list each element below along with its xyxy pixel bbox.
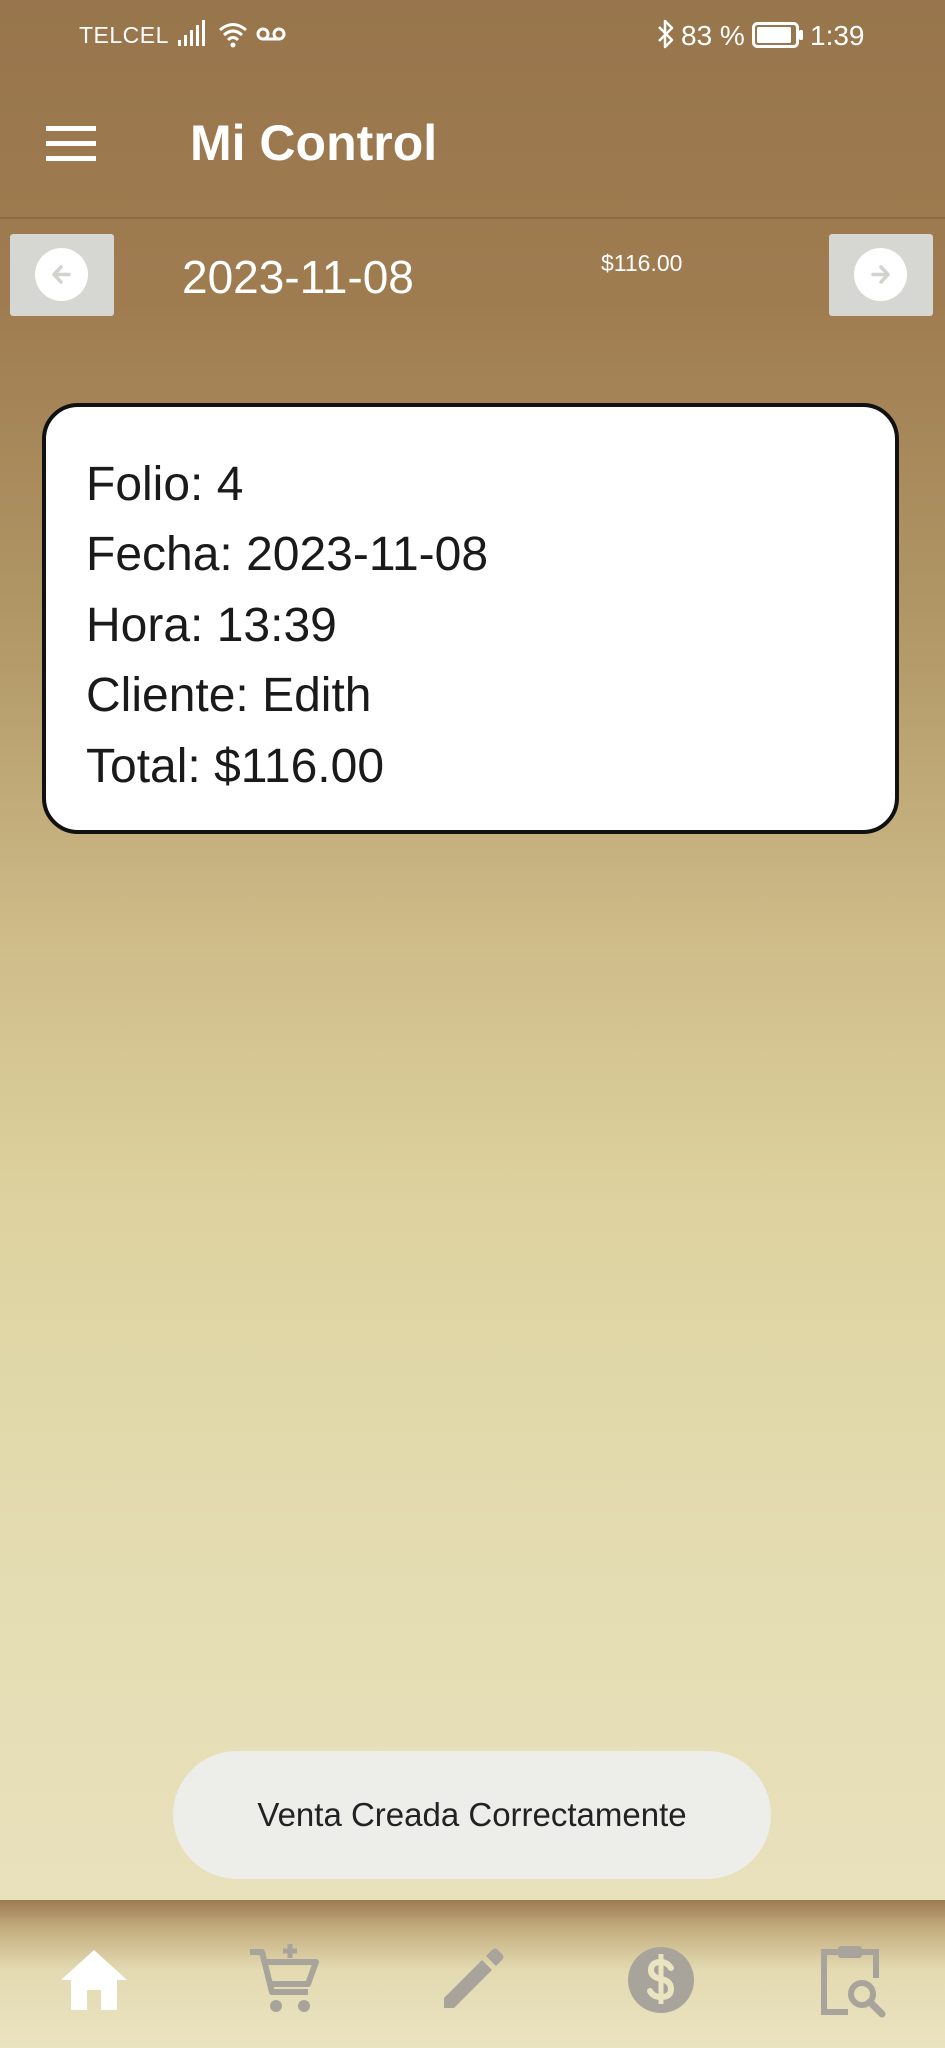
nav-reports[interactable] [810, 1940, 890, 2020]
day-total: $116.00 [601, 250, 683, 276]
bottom-nav [0, 1900, 945, 2048]
nav-home[interactable] [54, 1940, 134, 2020]
sale-folio: Folio: 4 [86, 458, 244, 511]
signal-icon [178, 20, 208, 51]
status-bar: TELCEL 83 % 1:39 [0, 0, 945, 72]
app-title: Mi Control [190, 115, 438, 171]
carrier-label: TELCEL [79, 22, 169, 48]
wifi-icon [218, 20, 248, 53]
pencil-icon [444, 1948, 504, 2008]
nav-edit[interactable] [432, 1940, 512, 2020]
dollar-icon [628, 1947, 694, 2013]
battery-percent: 83 % [681, 20, 745, 51]
current-date: 2023-11-08 [182, 251, 414, 303]
sale-client: Cliente: Edith [86, 669, 372, 722]
toast-message: Venta Creada Correctamente [173, 1751, 771, 1879]
arrow-right-icon [854, 248, 907, 301]
sale-card[interactable]: Folio: 4 Fecha: 2023-11-08 Hora: 13:39 C… [42, 403, 899, 834]
app-bar: Mi Control [0, 72, 945, 219]
add-cart-icon [250, 1944, 319, 2012]
nav-new-sale[interactable] [244, 1940, 324, 2020]
sale-total: Total: $116.00 [86, 740, 385, 793]
sale-date: Fecha: 2023-11-08 [86, 528, 489, 581]
nav-payments[interactable] [621, 1940, 701, 2020]
home-icon [61, 1950, 127, 2010]
previous-day-button[interactable] [10, 234, 114, 316]
bluetooth-icon [656, 18, 676, 55]
voicemail-icon [256, 26, 286, 47]
screen: TELCEL 83 % 1:39 Mi Control 2023-11-08 $… [0, 0, 945, 2048]
next-day-button[interactable] [829, 234, 933, 316]
clock: 1:39 [810, 20, 865, 51]
sale-time: Hora: 13:39 [86, 599, 337, 652]
menu-icon[interactable] [46, 124, 98, 164]
clipboard-search-icon [821, 1946, 886, 2018]
battery-icon [752, 22, 804, 53]
arrow-left-icon [35, 248, 88, 301]
